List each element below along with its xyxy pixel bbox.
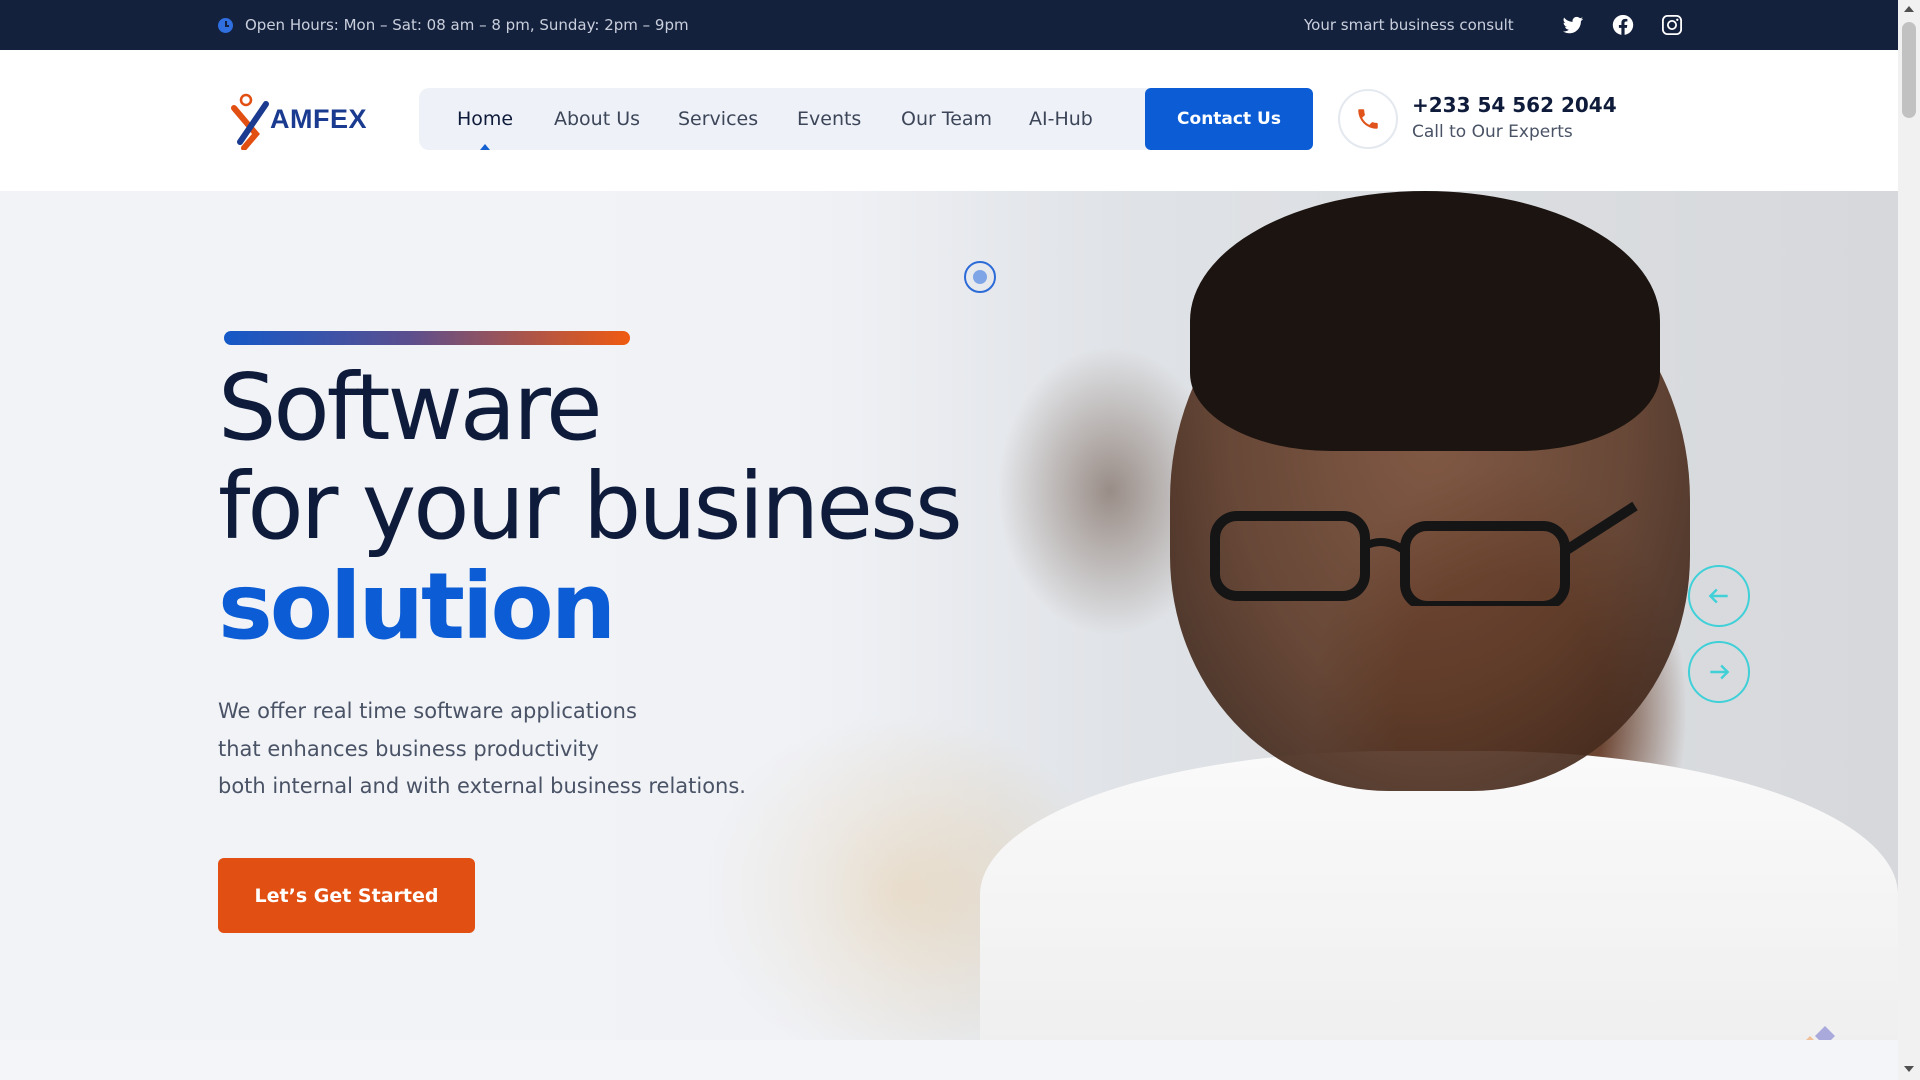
facebook-icon[interactable] xyxy=(1611,13,1635,37)
phone-button[interactable] xyxy=(1338,89,1398,149)
clock-icon xyxy=(218,17,233,33)
open-hours: Open Hours: Mon – Sat: 08 am – 8 pm, Sun… xyxy=(218,0,689,50)
nav-our-team[interactable]: Our Team xyxy=(901,88,992,150)
accent-bar xyxy=(224,331,630,345)
hero-title-line-2: for your business xyxy=(218,453,963,560)
nav-services[interactable]: Services xyxy=(678,88,758,150)
open-hours-text: Open Hours: Mon – Sat: 08 am – 8 pm, Sun… xyxy=(245,16,689,34)
hero-title-line-1: Software xyxy=(218,354,603,461)
slider-prev-button[interactable] xyxy=(1688,565,1750,627)
top-bar: Open Hours: Mon – Sat: 08 am – 8 pm, Sun… xyxy=(0,0,1898,50)
nav-events[interactable]: Events xyxy=(797,88,861,150)
hero-slider: Software for your business solution We o… xyxy=(0,191,1898,1040)
scroll-up-icon[interactable] xyxy=(1904,6,1914,12)
hero-photo-shirt xyxy=(980,751,1898,1040)
phone-icon xyxy=(1358,109,1378,129)
twitter-icon[interactable] xyxy=(1561,13,1585,37)
slider-next-button[interactable] xyxy=(1688,641,1750,703)
arrow-right-icon xyxy=(1710,664,1730,680)
hero-description-line-2: that enhances business productivity xyxy=(218,737,599,761)
phone-subtitle: Call to Our Experts xyxy=(1412,122,1573,142)
contact-us-button[interactable]: Contact Us xyxy=(1145,88,1313,150)
nav-home-label: Home xyxy=(457,108,514,130)
watermark-logo-icon xyxy=(1806,1026,1835,1040)
nav-home[interactable]: Home xyxy=(457,88,513,150)
scroll-down-icon[interactable] xyxy=(1904,1066,1914,1072)
nav-about-us[interactable]: About Us xyxy=(554,88,640,150)
tagline: Your smart business consult xyxy=(1304,16,1514,34)
logo-text: AMFEX xyxy=(270,104,367,134)
arrow-left-icon xyxy=(1708,588,1728,604)
amfex-logo[interactable]: AMFEX xyxy=(226,90,367,150)
phone-number[interactable]: +233 54 562 2044 xyxy=(1412,93,1617,117)
hero-photo-hair xyxy=(1190,191,1660,451)
instagram-icon[interactable] xyxy=(1660,13,1684,37)
vertical-scrollbar[interactable] xyxy=(1898,0,1920,1080)
site-header: AMFEX Home About Us Services Events Our … xyxy=(0,50,1898,191)
nav-ai-hub[interactable]: AI-Hub xyxy=(1029,88,1093,150)
glasses-shape xyxy=(1210,501,1638,606)
scroll-thumb[interactable] xyxy=(1902,22,1916,118)
hero-description-line-1: We offer real time software applications xyxy=(218,699,637,723)
slider-dot[interactable] xyxy=(964,261,996,293)
slider-dot-fill xyxy=(973,270,987,284)
hero-title-line-3: solution xyxy=(218,553,616,660)
active-marker xyxy=(480,144,491,150)
hero-description-line-3: both internal and with external business… xyxy=(218,774,746,798)
page-bottom-strip xyxy=(0,1040,1898,1080)
get-started-button[interactable]: Let’s Get Started xyxy=(218,858,475,933)
